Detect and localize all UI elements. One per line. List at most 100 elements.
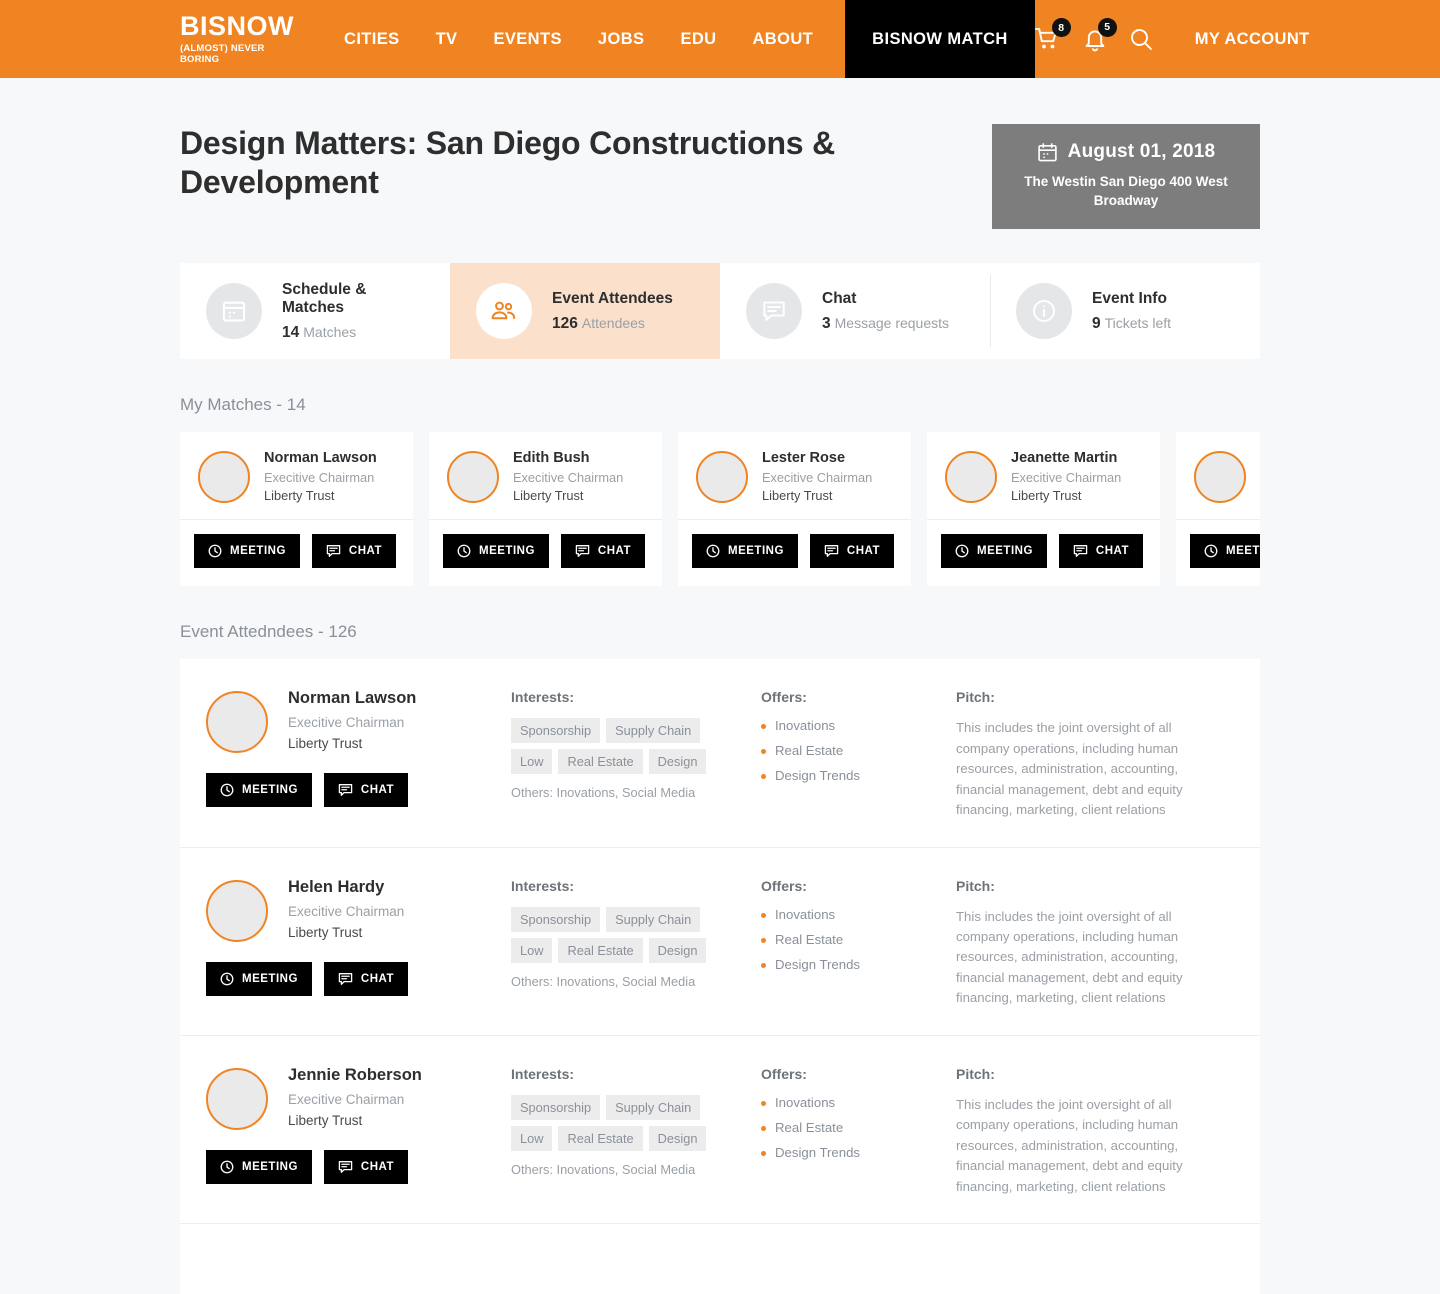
chat-button[interactable]: CHAT <box>560 534 645 569</box>
person-org: Liberty Trust <box>513 488 584 504</box>
event-venue-text: The Westin San Diego 400 West Broadway <box>1024 174 1228 209</box>
interest-tag[interactable]: Real Estate <box>558 749 643 775</box>
meeting-button[interactable]: MEETING <box>941 534 1047 569</box>
meeting-button[interactable]: MEETING <box>443 534 549 569</box>
tab-label: Event Info <box>1092 289 1167 307</box>
search-button[interactable] <box>1129 27 1153 51</box>
match-card[interactable]: Lester Rose Execitive Chairman Liberty T… <box>678 432 911 587</box>
attendee-row[interactable]: Norman Lawson Execitive Chairman Liberty… <box>180 659 1260 848</box>
stats-tab-bar: Schedule & Matches 14 Matches Event Atte… <box>180 263 1260 360</box>
interest-tag[interactable]: Real Estate <box>558 937 643 963</box>
chat-button[interactable]: CHAT <box>1058 534 1143 569</box>
meeting-button[interactable]: MEETING <box>194 534 300 569</box>
my-account-link[interactable]: MY ACCOUNT <box>1195 30 1310 49</box>
attendee-actions: MEETING CHAT <box>206 961 511 996</box>
avatar <box>945 450 997 503</box>
notifications-button[interactable]: 5 <box>1083 17 1117 52</box>
match-person-info: Lester Rose Execitive Chairman Liberty T… <box>762 450 872 503</box>
nav-item-events[interactable]: EVENTS <box>475 0 579 78</box>
my-matches-heading: My Matches - 14 <box>180 395 306 415</box>
avatar <box>696 450 748 503</box>
attendee-pitch-column: Pitch: This includes the joint oversight… <box>956 878 1234 1009</box>
attendee-person-column: Jennie Roberson Execitive Chairman Liber… <box>206 1066 511 1197</box>
cart-button[interactable]: 8 <box>1034 18 1071 51</box>
offer-item: Inovations <box>761 718 956 733</box>
tab-schedule-matches[interactable]: Schedule & Matches 14 Matches <box>180 263 450 359</box>
interest-tag[interactable]: Supply Chain <box>606 1094 701 1120</box>
tab-count-unit: Matches <box>303 323 357 340</box>
person-role: Execitive Chairman <box>513 470 624 486</box>
tab-icon-circle <box>476 283 532 340</box>
meeting-button[interactable]: MEETING <box>1190 534 1260 569</box>
match-card[interactable]: Jeanette Martin Execitive Chairman Liber… <box>927 432 1160 587</box>
match-card[interactable]: Edith Bush Execitive Chairman Liberty Tr… <box>429 432 662 587</box>
interest-tag[interactable]: Design <box>648 1125 707 1151</box>
interest-tag-list: Sponsorship Supply Chain Low Real Estate… <box>511 1094 711 1151</box>
interest-tag[interactable]: Design <box>648 937 707 963</box>
chat-button[interactable]: CHAT <box>323 961 408 996</box>
interests-others: Others: Inovations, Social Media <box>511 973 696 989</box>
tab-event-info[interactable]: Event Info 9 Tickets left <box>990 263 1260 359</box>
meeting-button[interactable]: MEETING <box>206 1149 312 1184</box>
interest-tag[interactable]: Sponsorship <box>511 718 601 744</box>
interest-tag[interactable]: Design <box>648 749 707 775</box>
tab-label: Event Attendees <box>552 289 673 307</box>
attendee-interests-column: Interests: Sponsorship Supply Chain Low … <box>511 689 761 820</box>
attendee-row[interactable] <box>180 1224 1260 1294</box>
person-org: Liberty Trust <box>264 488 335 504</box>
interest-tag-list: Sponsorship Supply Chain Low Real Estate… <box>511 906 711 963</box>
nav-item-about[interactable]: ABOUT <box>734 0 831 78</box>
tab-event-attendees[interactable]: Event Attendees 126 Attendees <box>450 263 720 360</box>
attendee-actions: MEETING CHAT <box>206 773 511 808</box>
chat-button[interactable]: CHAT <box>323 773 408 808</box>
tab-text-block: Schedule & Matches 14 Matches <box>282 281 424 342</box>
tab-count-number: 14 <box>282 323 300 341</box>
offer-list: Inovations Real Estate Design Trends <box>761 1095 956 1160</box>
person-org: Liberty Trust <box>288 736 363 752</box>
tab-count-row: 126 Attendees <box>552 315 673 333</box>
nav-item-tv[interactable]: TV <box>418 0 476 78</box>
attendee-interests-column: Interests: Sponsorship Supply Chain Low … <box>511 878 761 1009</box>
bisnow-logo[interactable]: BISNOW (ALMOST) NEVER BORING <box>180 0 326 78</box>
meeting-button[interactable]: MEETING <box>206 773 312 808</box>
attendee-row[interactable]: Jennie Roberson Execitive Chairman Liber… <box>180 1036 1260 1225</box>
chat-icon <box>338 783 353 797</box>
chat-button[interactable]: CHAT <box>311 534 396 569</box>
interest-tag[interactable]: Sponsorship <box>511 1094 601 1120</box>
avatar <box>198 450 250 503</box>
attendee-identity: Jennie Roberson Execitive Chairman Liber… <box>288 1066 422 1128</box>
person-name: Edith Bush <box>513 450 590 467</box>
interests-others: Others: Inovations, Social Media <box>511 785 696 801</box>
pitch-text: This includes the joint oversight of all… <box>956 1096 1183 1194</box>
meeting-button[interactable]: MEETING <box>692 534 798 569</box>
meeting-button-label: MEETING <box>479 545 535 558</box>
attendee-pitch-column: Pitch: This includes the joint oversight… <box>956 689 1234 820</box>
interest-tag[interactable]: Low <box>511 937 553 963</box>
meeting-button-label: MEETING <box>242 784 298 797</box>
clock-icon <box>955 544 969 558</box>
chat-button[interactable]: CHAT <box>809 534 894 569</box>
nav-item-cities[interactable]: CITIES <box>326 0 418 78</box>
meeting-button[interactable]: MEETING <box>206 961 312 996</box>
my-matches-carousel[interactable]: Norman Lawson Execitive Chairman Liberty… <box>180 432 1260 587</box>
logo-wordmark: BISNOW <box>180 11 294 41</box>
tab-chat[interactable]: Chat 3 Message requests <box>720 263 990 359</box>
meeting-button-label: MEETING <box>977 545 1033 558</box>
match-card[interactable]: Eric Hall Execitive Chairman Liberty Tru… <box>1176 432 1260 587</box>
interest-tag[interactable]: Supply Chain <box>606 718 701 744</box>
person-name: Lester Rose <box>762 450 846 467</box>
chat-button[interactable]: CHAT <box>323 1149 408 1184</box>
interest-tag[interactable]: Real Estate <box>558 1125 643 1151</box>
nav-item-jobs[interactable]: JOBS <box>580 0 663 78</box>
match-card[interactable]: Norman Lawson Execitive Chairman Liberty… <box>180 432 413 587</box>
interest-tag[interactable]: Supply Chain <box>606 906 701 932</box>
nav-item-edu[interactable]: EDU <box>662 0 734 78</box>
offer-item: Design Trends <box>761 768 956 783</box>
interest-tag[interactable]: Low <box>511 749 553 775</box>
pitch-text: This includes the joint oversight of all… <box>956 720 1183 818</box>
nav-item-bisnow-match[interactable]: BISNOW MATCH <box>845 0 1035 78</box>
interest-tag[interactable]: Low <box>511 1125 553 1151</box>
interest-tag[interactable]: Sponsorship <box>511 906 601 932</box>
offer-list: Inovations Real Estate Design Trends <box>761 718 956 783</box>
attendee-row[interactable]: Helen Hardy Execitive Chairman Liberty T… <box>180 848 1260 1036</box>
